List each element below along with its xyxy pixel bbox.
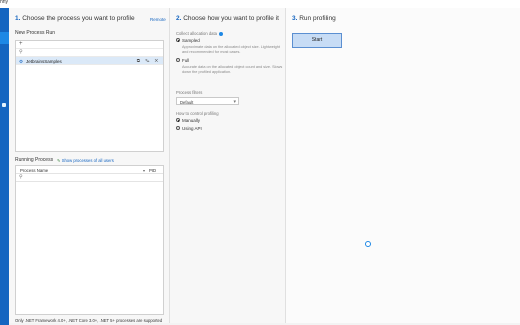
add-row[interactable]: +: [16, 41, 163, 49]
step2-panel: 2. Choose how you want to profile it Col…: [170, 8, 286, 323]
remote-link[interactable]: Remote: [150, 17, 166, 22]
radio-sampled[interactable]: Sampled: [176, 38, 200, 43]
nav-selected-item[interactable]: [0, 32, 9, 44]
table-header: Process Name ▾ PID: [16, 166, 163, 174]
step3-title: 3. Run profiling: [292, 15, 336, 22]
window-title: nny: [0, 0, 9, 5]
run-config-name: JetbrainsSamples: [26, 58, 62, 64]
nav-icon[interactable]: [2, 103, 6, 107]
start-button[interactable]: Start: [292, 33, 342, 48]
run-config-item[interactable]: ⚙ JetbrainsSamples ⧉ ✎ ✕: [16, 57, 163, 65]
running-process-table: Process Name ▾ PID ⚲: [15, 165, 164, 315]
new-process-label: New Process Run: [15, 30, 56, 36]
supported-runtimes-note: Only .NET Framework 4.0+, .NET Core 3.0+…: [15, 318, 163, 323]
step1-panel: 1. Choose the process you want to profil…: [9, 8, 170, 323]
sampled-description: Approximate data on the allocated object…: [182, 45, 280, 54]
radio-using-api[interactable]: Using API: [176, 126, 202, 131]
radio-manually[interactable]: Manually: [176, 118, 200, 123]
full-description: Accurate data on the allocated object co…: [182, 65, 283, 74]
show-all-users-toggle[interactable]: ✎ Show processes of all users: [57, 158, 114, 163]
left-navigation: [0, 8, 9, 325]
column-pid[interactable]: PID: [149, 168, 156, 173]
loading-spinner-icon: [365, 241, 371, 247]
step2-title: 2. Choose how you want to profile it: [176, 15, 279, 22]
running-process-label: Running Process: [15, 157, 54, 163]
search-icon: ⚲: [19, 49, 23, 55]
chevron-down-icon: ▾: [233, 98, 236, 105]
process-filters-select[interactable]: Default ▾: [176, 97, 239, 105]
process-filters-label: Process filters: [176, 90, 203, 95]
checkmark-icon: ✎: [57, 158, 61, 163]
settings-icon: ⚙: [19, 59, 24, 64]
column-process-name[interactable]: Process Name: [20, 168, 48, 173]
step3-panel: 3. Run profiling Start: [286, 8, 520, 323]
process-filter-row[interactable]: ⚲: [16, 174, 163, 182]
plus-icon[interactable]: +: [19, 41, 23, 47]
run-config-actions[interactable]: ⧉ ✎ ✕: [137, 58, 160, 63]
info-icon[interactable]: [219, 31, 224, 36]
step1-title: 1. Choose the process you want to profil…: [15, 15, 135, 22]
control-profiling-label: How to control profiling: [176, 111, 219, 116]
title-strip: nny: [0, 0, 520, 8]
radio-full[interactable]: Full: [176, 58, 189, 63]
search-icon: ⚲: [19, 174, 23, 180]
allocation-label: Collect allocation data: [176, 31, 224, 36]
new-process-list: + ⚲ ⚙ JetbrainsSamples ⧉ ✎ ✕: [15, 40, 164, 152]
sort-icon: ▾: [143, 167, 146, 173]
search-row[interactable]: ⚲: [16, 49, 163, 57]
